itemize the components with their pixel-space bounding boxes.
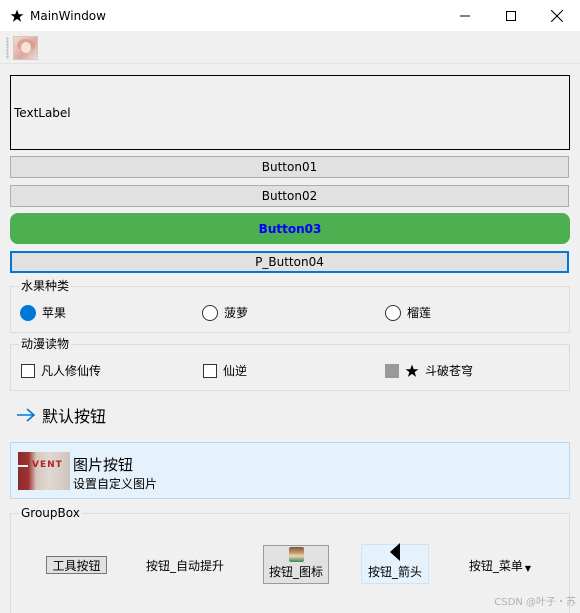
portrait-image-icon[interactable] (13, 36, 38, 60)
auto-raise-tool-button[interactable]: 按钮_自动提升 (142, 556, 228, 574)
command-link-label: 默认按钮 (42, 407, 107, 426)
auto-raise-label: 按钮_自动提升 (145, 558, 224, 573)
checkbox-indicator-partial (385, 363, 399, 378)
radio-indicator (202, 304, 218, 321)
picture-icon (288, 547, 304, 562)
left-arrow-icon (390, 543, 400, 561)
checkbox-indicator (21, 363, 35, 378)
checkbox-xianni-label: 仙逆 (223, 364, 248, 378)
arrow-right-icon (17, 408, 36, 422)
checkbox-indicator (203, 363, 217, 378)
arrow-tool-button-label: 按钮_箭头 (367, 565, 422, 579)
close-icon (551, 9, 563, 22)
thumbnail-sign-text: VENT (32, 460, 63, 470)
checkbox-xianni[interactable]: 仙逆 (203, 362, 247, 379)
text-label: TextLabel (10, 75, 570, 150)
groupbox-title: GroupBox (19, 506, 82, 520)
star-icon (10, 9, 24, 22)
image-button[interactable]: VENT 图片按钮 设置自定义图片 (10, 442, 570, 499)
menu-tool-button-label: 按钮_菜单 (468, 558, 523, 573)
close-button[interactable] (534, 0, 580, 31)
maximize-icon (506, 10, 516, 21)
radio-pineapple[interactable]: 菠萝 (202, 304, 248, 321)
radio-indicator (385, 304, 401, 321)
button04[interactable]: P_Button04 (10, 251, 569, 273)
window-title: MainWindow (30, 8, 106, 23)
radio-pineapple-label: 菠萝 (224, 306, 249, 320)
minimize-button[interactable] (442, 0, 488, 31)
radio-apple[interactable]: 苹果 (20, 304, 66, 321)
text-label-text: TextLabel (14, 105, 71, 120)
toolbar-grip[interactable] (6, 37, 9, 59)
main-toolbar (0, 31, 580, 64)
radio-indicator-checked (20, 304, 36, 321)
button03-label: Button03 (258, 221, 322, 236)
anime-group: 动漫读物 凡人修仙传 仙逆 斗破苍穹 (10, 337, 570, 391)
image-button-title: 图片按钮 (73, 456, 134, 474)
radio-durian[interactable]: 榴莲 (385, 304, 431, 321)
fruit-group-title: 水果种类 (19, 279, 72, 293)
button01[interactable]: Button01 (10, 156, 569, 178)
minimize-icon (460, 15, 470, 16)
tool-button[interactable]: 工具按钮 (46, 556, 107, 574)
dropdown-caret-icon: ▼ (524, 563, 532, 573)
anime-group-title: 动漫读物 (19, 337, 72, 351)
maximize-button[interactable] (488, 0, 534, 31)
image-button-subtitle: 设置自定义图片 (73, 477, 158, 491)
button03[interactable]: Button03 (10, 213, 570, 244)
watermark: CSDN @叶子・苏 (494, 597, 576, 608)
button02-label: Button02 (261, 189, 318, 203)
icon-tool-button-label: 按钮_图标 (268, 565, 323, 579)
checkbox-doupo-label: 斗破苍穹 (425, 364, 474, 378)
radio-durian-label: 榴莲 (407, 306, 432, 320)
arrow-tool-button[interactable]: 按钮_箭头 (361, 543, 429, 584)
button01-label: Button01 (261, 160, 318, 174)
checkbox-fanren-label: 凡人修仙传 (41, 364, 102, 378)
menu-tool-button[interactable]: 按钮_菜单 ▼ (464, 556, 536, 574)
icon-tool-button[interactable]: 按钮_图标 (263, 545, 329, 584)
star-icon (405, 364, 419, 377)
default-command-link[interactable]: 默认按钮 (16, 402, 106, 428)
custom-image-thumbnail: VENT (18, 452, 70, 490)
button04-label: P_Button04 (255, 255, 324, 269)
button02[interactable]: Button02 (10, 185, 569, 207)
checkbox-doupo[interactable]: 斗破苍穹 (385, 362, 473, 379)
title-bar: MainWindow (0, 0, 580, 31)
radio-apple-label: 苹果 (42, 306, 67, 320)
checkbox-fanren[interactable]: 凡人修仙传 (21, 362, 101, 379)
window-controls (442, 0, 580, 31)
fruit-group: 水果种类 苹果 菠萝 榴莲 (10, 279, 570, 333)
tool-button-label: 工具按钮 (52, 558, 101, 573)
